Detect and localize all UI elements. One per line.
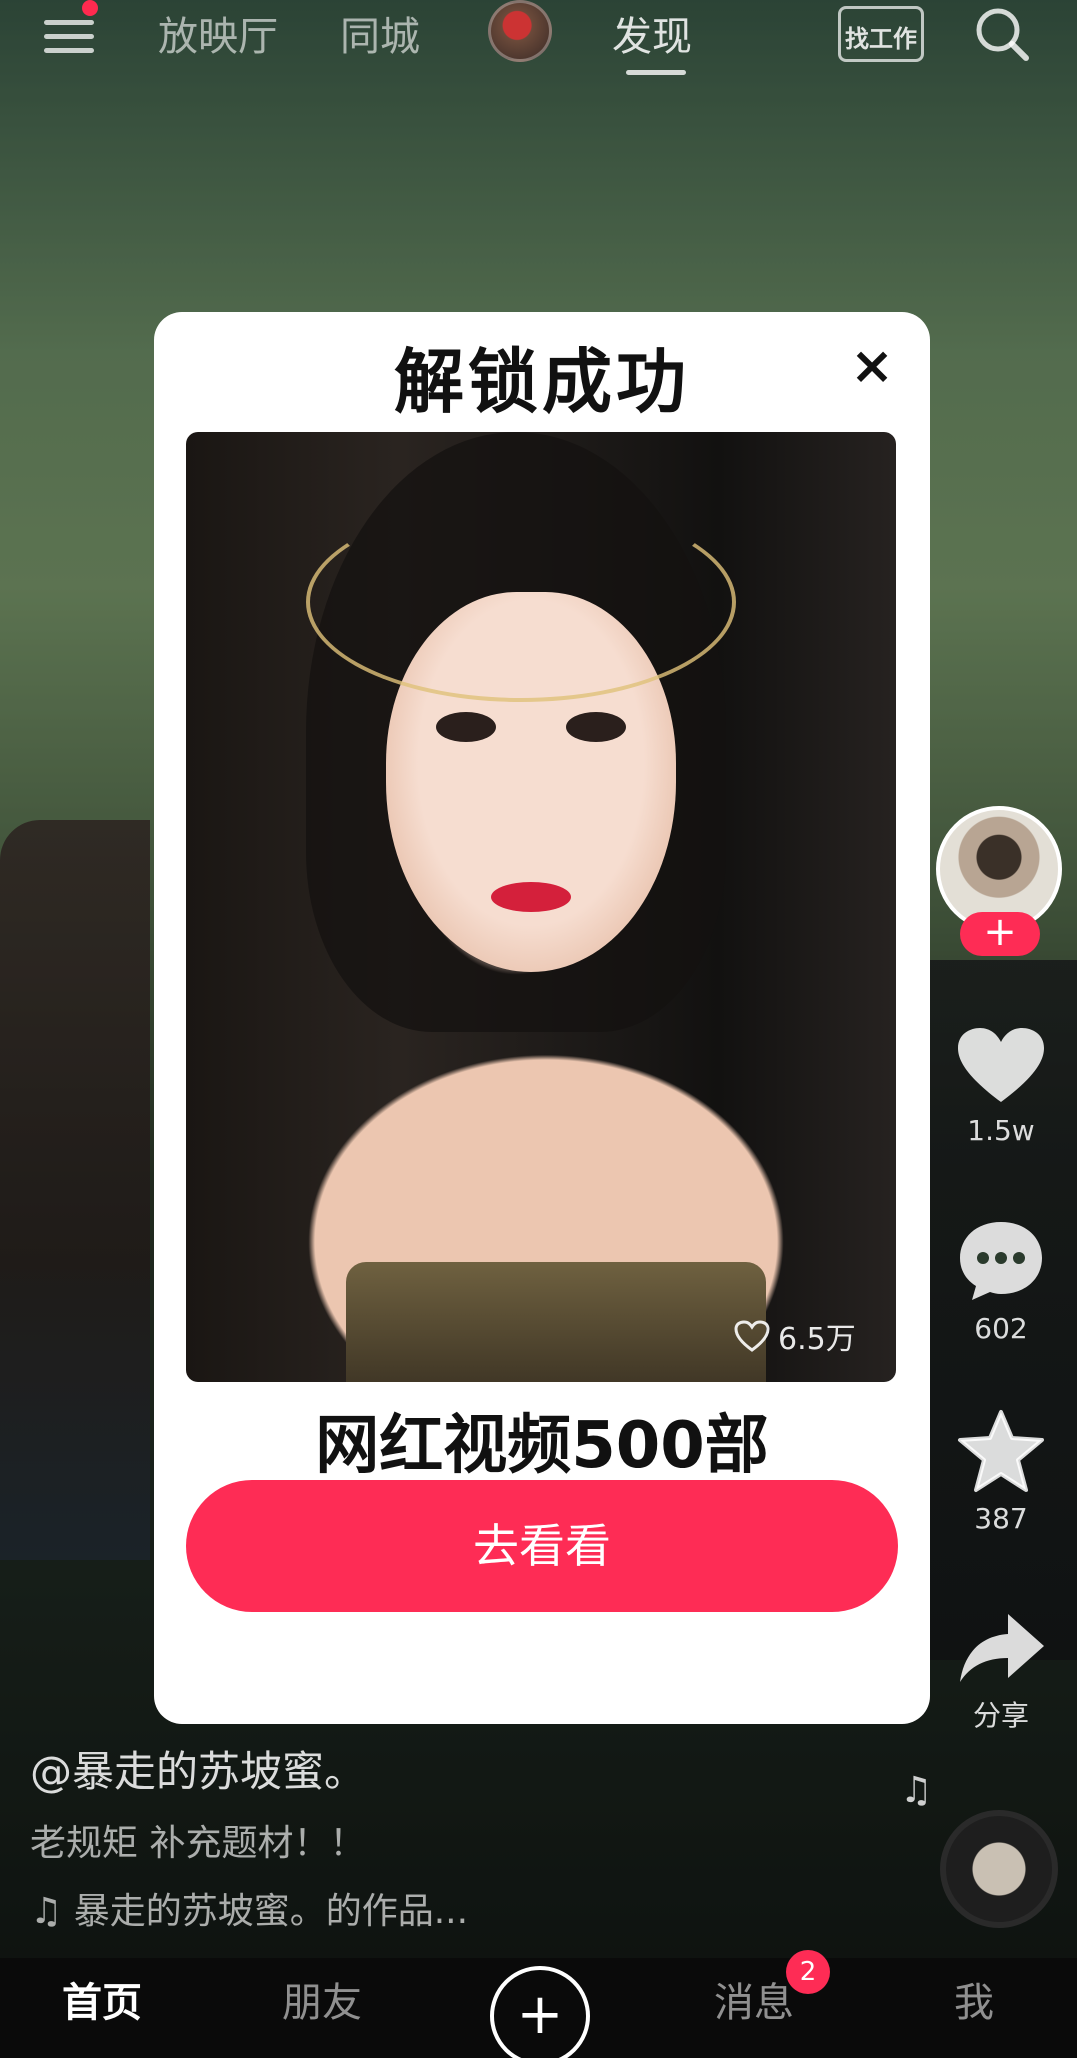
tab-me[interactable]: 我 xyxy=(954,1970,994,2028)
video-preview[interactable]: 6.5万 xyxy=(186,432,896,1382)
job-icon[interactable]: 找工作 xyxy=(838,6,924,62)
bottom-tab-bar: 首页 朋友 + 消息 2 我 xyxy=(0,1950,1077,2058)
music-note-icon: ♫ xyxy=(30,1891,74,1932)
like-count: 1.5w xyxy=(967,1114,1035,1147)
favorite-count: 387 xyxy=(974,1502,1028,1535)
share-button[interactable]: 分享 xyxy=(946,1610,1056,1734)
favorite-button[interactable]: 387 xyxy=(946,1408,1056,1535)
preview-clothing xyxy=(346,1262,766,1382)
comment-icon xyxy=(960,1222,1042,1300)
job-label: 找工作 xyxy=(845,25,917,53)
heart-outline-icon xyxy=(734,1320,770,1352)
music-disc[interactable] xyxy=(940,1810,1058,1928)
messages-badge: 2 xyxy=(786,1950,830,1994)
tab-messages[interactable]: 消息 xyxy=(714,1970,794,2028)
video-music[interactable]: ♫ 暴走的苏坡蜜。的作品... xyxy=(30,1882,468,1934)
top-nav: 放映厅 同城 发现 找工作 xyxy=(0,0,1077,90)
menu-icon[interactable] xyxy=(44,14,98,54)
comment-count: 602 xyxy=(974,1312,1028,1345)
unlock-modal: 解锁成功 × 6.5万 网红视频500部 去看看 xyxy=(154,312,930,1724)
preview-eye-right xyxy=(566,712,626,742)
offer-title: 网红视频500部 xyxy=(315,1409,769,1483)
music-notes-icon: ♫ xyxy=(900,1770,933,1811)
music-title: 暴走的苏坡蜜。的作品... xyxy=(73,1891,469,1932)
follow-button[interactable]: + xyxy=(960,912,1040,956)
preview-eye-left xyxy=(436,712,496,742)
video-description: 老规矩 补充题材！！ xyxy=(30,1823,366,1864)
preview-likes-count: 6.5万 xyxy=(778,1322,856,1357)
notification-dot xyxy=(82,0,98,16)
heart-icon xyxy=(958,1028,1044,1102)
tab-friends[interactable]: 朋友 xyxy=(282,1970,362,2028)
close-button[interactable]: × xyxy=(844,340,900,396)
preview-likes: 6.5万 xyxy=(734,1314,856,1358)
tab-local[interactable]: 同城 xyxy=(340,4,420,62)
comment-button[interactable]: 602 xyxy=(946,1218,1056,1345)
share-label: 分享 xyxy=(972,1699,1029,1732)
tab-home[interactable]: 首页 xyxy=(62,1970,142,2028)
search-icon[interactable] xyxy=(972,4,1032,64)
plus-icon: + xyxy=(516,1982,564,2047)
video-author[interactable]: @暴走的苏坡蜜。 xyxy=(30,1738,366,1799)
active-tab-indicator xyxy=(626,70,686,75)
star-icon xyxy=(958,1410,1044,1492)
create-button[interactable]: + xyxy=(490,1966,590,2058)
modal-title: 解锁成功 xyxy=(394,341,690,423)
share-icon xyxy=(960,1614,1044,1682)
preview-headchain xyxy=(306,502,736,702)
preview-lips xyxy=(491,882,571,912)
live-avatar[interactable] xyxy=(488,0,552,62)
tab-cinema[interactable]: 放映厅 xyxy=(158,4,278,62)
go-watch-button[interactable]: 去看看 xyxy=(186,1480,898,1612)
like-button[interactable]: 1.5w xyxy=(946,1026,1056,1147)
tab-discover[interactable]: 发现 xyxy=(612,4,692,62)
